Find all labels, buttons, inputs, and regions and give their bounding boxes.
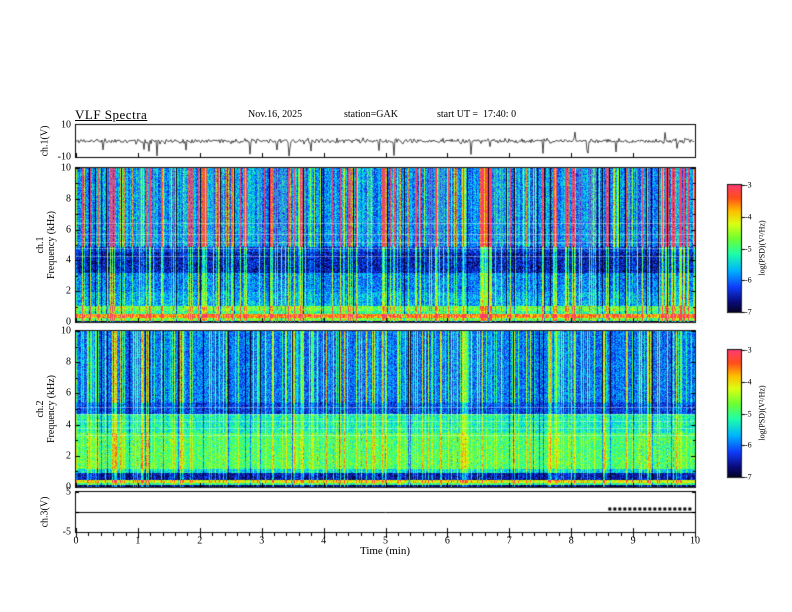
tick-label: 6 — [66, 224, 71, 236]
tick-label: 2 — [66, 450, 71, 462]
tick-label: -7 — [745, 472, 752, 482]
ch3-voltage-axis-text: ch.3(V) — [39, 496, 51, 528]
ch1-colorbar-canvas — [728, 185, 741, 312]
tick-label: -4 — [745, 212, 752, 222]
tick-label: 9 — [630, 535, 636, 547]
tick-label: 10 — [61, 162, 71, 174]
tick-label: 4 — [321, 535, 327, 547]
station-label: station=GAK — [344, 109, 398, 120]
tick-label: -5 — [745, 244, 752, 253]
ch2-label-line2: Frequency (kHz) — [46, 374, 57, 444]
start-ut-label: start UT = 17:40: 0 — [437, 109, 517, 120]
tick-label: 4 — [66, 419, 71, 431]
ch2-colorbar-label: log(PSD)(V²/Hz) — [758, 385, 767, 440]
ch3-voltage-axis-label: ch.3(V) — [40, 497, 51, 528]
tick-label: 3 — [259, 535, 265, 547]
ch2-spectrogram-canvas — [76, 331, 695, 487]
tick-label: -6 — [745, 440, 752, 450]
figure-title: VLF Spectra — [75, 107, 148, 122]
vlf-spectra-figure: VLF Spectra Nov.16, 2025 station=GAK sta… — [0, 0, 792, 612]
ch1-voltage-axis-text: ch.1(V) — [39, 125, 51, 157]
ch1-waveform-canvas — [76, 125, 695, 157]
tick-label: -3 — [745, 180, 752, 190]
ch2-colorbar-text: log(PSD)(V²/Hz) — [757, 385, 767, 441]
tick-label: 10 — [61, 325, 71, 337]
ch3-trace-canvas — [76, 492, 695, 532]
ch2-label-line1: ch.2 — [35, 400, 46, 418]
tick-label: 0 — [73, 535, 79, 547]
tick-label: 7 — [506, 535, 512, 547]
tick-label: -6 — [745, 275, 752, 285]
tick-label: 1 — [135, 535, 141, 547]
tick-label: 8 — [66, 193, 71, 205]
tick-label: -5 — [62, 526, 71, 538]
tick-label: -5 — [745, 409, 752, 418]
x-axis-label: Time (min) — [359, 545, 411, 557]
tick-label: 8 — [66, 356, 71, 368]
ch1-colorbar-text: log(PSD)(V²/Hz) — [757, 220, 767, 276]
ch1-label-line1: ch.1 — [35, 236, 46, 254]
tick-label: 6 — [66, 387, 71, 399]
tick-label: 10 — [690, 535, 700, 547]
ch1-colorbar-label: log(PSD)(V²/Hz) — [758, 220, 767, 275]
ch2-colorbar-canvas — [728, 350, 741, 477]
tick-label: 2 — [197, 535, 203, 547]
tick-label: -4 — [745, 377, 752, 387]
ch1-frequency-axis-label: ch.1 Frequency (kHz) — [35, 211, 57, 279]
date-label: Nov.16, 2025 — [248, 109, 303, 120]
tick-label: 2 — [66, 285, 71, 297]
tick-label: 5 — [383, 535, 388, 547]
ch1-spectrogram-canvas — [76, 168, 695, 322]
tick-label: 6 — [444, 535, 450, 547]
tick-label: 8 — [568, 535, 574, 547]
ch1-label-line2: Frequency (kHz) — [46, 210, 57, 280]
tick-label: 5 — [66, 486, 71, 498]
tick-label: -7 — [745, 307, 752, 317]
tick-label: 4 — [66, 254, 71, 266]
ch2-frequency-axis-label: ch.2 Frequency (kHz) — [35, 375, 57, 443]
tick-label: -3 — [745, 345, 752, 355]
ch1-voltage-axis-label: ch.1(V) — [40, 126, 51, 157]
tick-label: -10 — [57, 151, 71, 163]
tick-label: 10 — [61, 119, 71, 131]
